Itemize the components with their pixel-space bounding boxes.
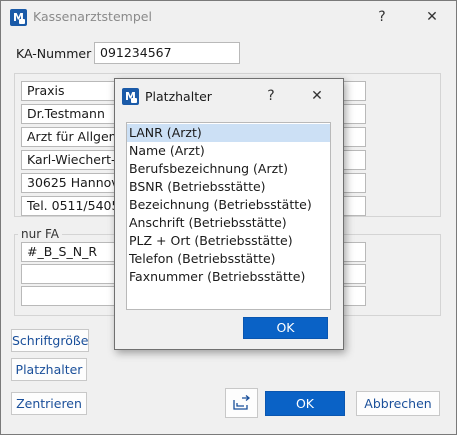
placeholder-list-item[interactable]: Berufsbezeichnung (Arzt) <box>127 160 330 178</box>
placeholder-list-item[interactable]: Telefon (Betriebsstätte) <box>127 250 330 268</box>
fa-line-3-input[interactable] <box>21 286 117 306</box>
stempel-line-1-input[interactable]: Praxis <box>21 81 117 101</box>
stempel-line-6-right-input[interactable] <box>342 196 366 216</box>
dialog-close-button[interactable]: ✕ <box>304 84 330 108</box>
fa-line-2-right-input[interactable] <box>342 264 366 284</box>
stempel-line-2-input[interactable]: Dr.Testmann <box>21 104 117 124</box>
ka-nummer-label: KA-Nummer <box>16 46 92 61</box>
platzhalter-dialog: M Platzhalter ? ✕ LANR (Arzt) Name (Arzt)… <box>114 78 344 350</box>
placeholder-list-item[interactable]: Faxnummer (Betriebsstätte) <box>127 268 330 286</box>
stempel-line-4-input[interactable]: Karl-Wiechert-A <box>21 150 117 170</box>
placeholder-list-item[interactable]: BSNR (Betriebsstätte) <box>127 178 330 196</box>
platzhalter-button[interactable]: Platzhalter <box>11 358 87 381</box>
help-button[interactable]: ? <box>369 5 395 29</box>
stempel-line-2-right-input[interactable] <box>342 104 366 124</box>
schriftgroesse-button[interactable]: Schriftgröße <box>11 329 89 352</box>
stempel-line-1-right-input[interactable] <box>342 81 366 101</box>
dialog-help-button[interactable]: ? <box>258 84 284 108</box>
zentrieren-button[interactable]: Zentrieren <box>11 392 87 415</box>
dialog-app-logo-icon: M <box>122 88 139 105</box>
ok-button[interactable]: OK <box>265 391 345 416</box>
dialog-ok-button[interactable]: OK <box>243 317 328 339</box>
stempel-line-4-right-input[interactable] <box>342 150 366 170</box>
placeholder-list-item[interactable]: LANR (Arzt) <box>127 124 330 142</box>
placeholder-list-item[interactable]: Anschrift (Betriebsstätte) <box>127 214 330 232</box>
abbrechen-button[interactable]: Abbrechen <box>356 391 440 416</box>
placeholder-list-item[interactable]: PLZ + Ort (Betriebsstätte) <box>127 232 330 250</box>
dialog-title: Platzhalter <box>145 89 212 104</box>
placeholder-list[interactable]: LANR (Arzt) Name (Arzt) Berufsbezeichnung … <box>126 122 331 310</box>
fa-line-1-input[interactable]: #_B_S_N_R <box>21 242 117 262</box>
fa-line-2-input[interactable] <box>21 264 117 284</box>
stempel-line-5-right-input[interactable] <box>342 173 366 193</box>
fa-group-title: nur FA <box>18 227 62 241</box>
close-button[interactable]: ✕ <box>419 5 445 29</box>
stempel-line-3-right-input[interactable] <box>342 127 366 147</box>
stempel-line-3-input[interactable]: Arzt für Allgeme <box>21 127 117 147</box>
export-button[interactable] <box>225 388 258 418</box>
placeholder-list-item[interactable]: Bezeichnung (Betriebsstätte) <box>127 196 330 214</box>
fa-line-1-right-input[interactable] <box>342 242 366 262</box>
title-bar: M Kassenarztstempel ? ✕ <box>1 1 456 33</box>
ka-nummer-input[interactable]: 091234567 <box>94 42 240 64</box>
placeholder-list-item[interactable]: Name (Arzt) <box>127 142 330 160</box>
stempel-line-6-input[interactable]: Tel. 0511/5405- <box>21 196 117 216</box>
fa-line-3-right-input[interactable] <box>342 286 366 306</box>
export-icon <box>232 395 250 410</box>
app-logo-icon: M <box>10 9 27 26</box>
stempel-line-5-input[interactable]: 30625 Hannove <box>21 173 117 193</box>
window-title: Kassenarztstempel <box>33 9 152 24</box>
